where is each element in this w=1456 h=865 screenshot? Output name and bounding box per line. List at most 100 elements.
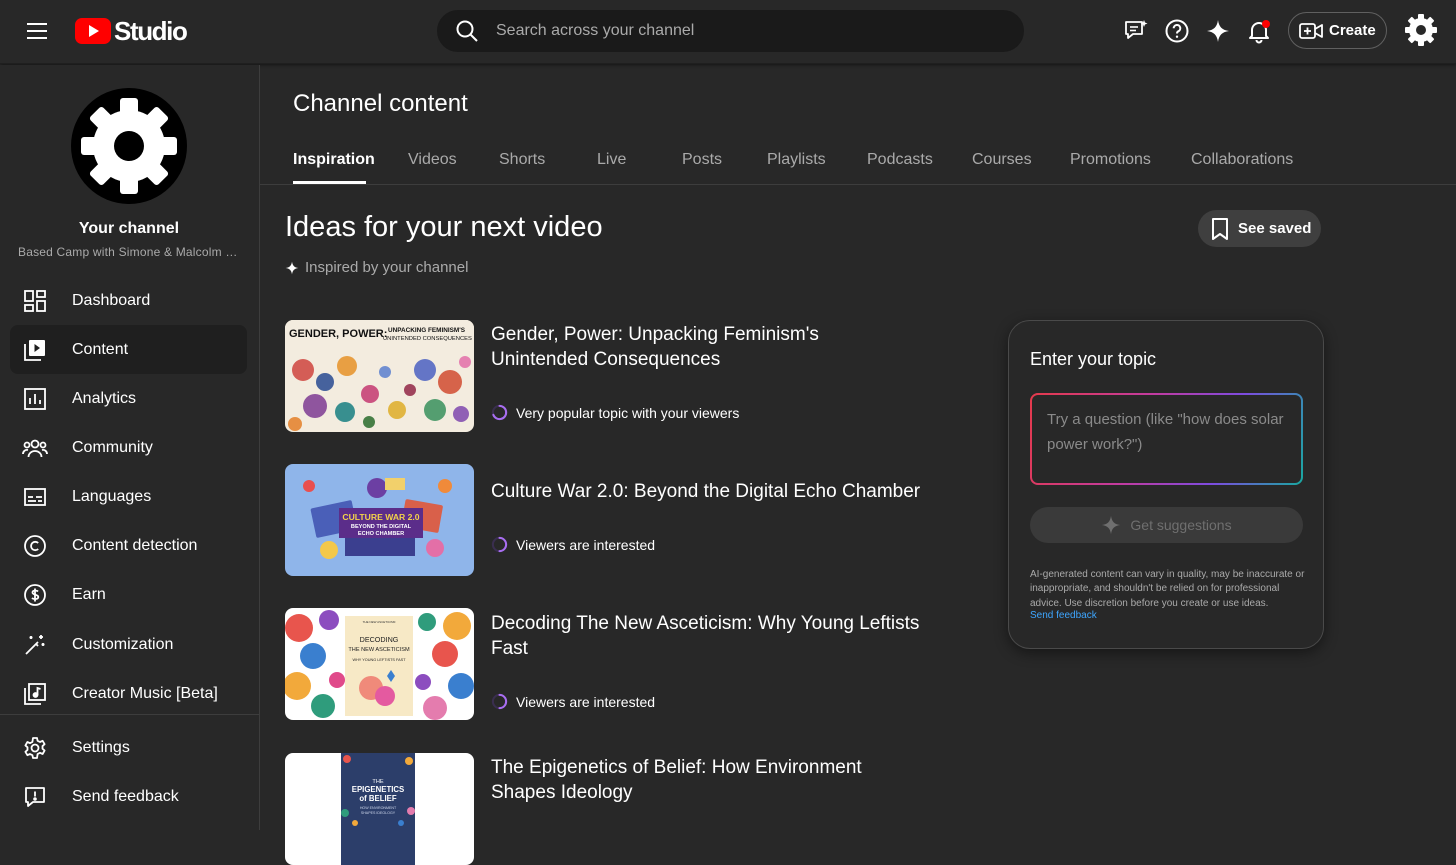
analytics-icon xyxy=(22,386,48,412)
tab-live[interactable]: Live xyxy=(597,151,626,169)
sidebar-item-customization[interactable]: Customization xyxy=(10,620,247,669)
sidebar-item-label: Dashboard xyxy=(72,291,151,309)
idea-title[interactable]: Decoding The New Asceticism: Why Young L… xyxy=(491,611,921,661)
copyright-icon xyxy=(22,533,48,559)
tab-shorts[interactable]: Shorts xyxy=(499,151,545,169)
get-suggestions-label: Get suggestions xyxy=(1130,517,1232,533)
sidebar-item-send-feedback[interactable]: Send feedback xyxy=(10,772,247,821)
sidebar-item-content-detection[interactable]: Content detection xyxy=(10,521,247,570)
studio-logo[interactable]: Studio xyxy=(75,15,188,47)
svg-text:DECODING: DECODING xyxy=(360,635,399,644)
tab-courses[interactable]: Courses xyxy=(972,151,1032,169)
menu-icon[interactable] xyxy=(20,16,54,46)
inspired-text: Inspired by your channel xyxy=(305,259,469,276)
idea-meta-text: Viewers are interested xyxy=(516,536,656,553)
get-suggestions-button[interactable]: Get suggestions xyxy=(1030,507,1303,543)
svg-text:SHAPES IDEOLOGY: SHAPES IDEOLOGY xyxy=(361,811,396,815)
sidebar-item-label: Languages xyxy=(72,487,152,505)
tab-videos[interactable]: Videos xyxy=(408,151,457,169)
tab-inspiration[interactable]: Inspiration xyxy=(293,151,375,169)
see-saved-label: See saved xyxy=(1238,220,1312,237)
sidebar-item-settings[interactable]: Settings xyxy=(10,723,247,772)
sparkle-icon xyxy=(285,261,299,274)
top-bar: Studio Create xyxy=(0,0,1456,64)
community-icon xyxy=(22,435,48,461)
svg-text:UNINTENDED CONSEQUENCES: UNINTENDED CONSEQUENCES xyxy=(383,336,472,342)
svg-text:ECHO CHAMBER: ECHO CHAMBER xyxy=(358,531,404,537)
idea-meta: Viewers are interested xyxy=(491,536,655,553)
sidebar-item-label: Creator Music [Beta] xyxy=(72,684,218,702)
sidebar-item-languages[interactable]: Languages xyxy=(10,472,247,521)
idea-title[interactable]: Gender, Power: Unpacking Feminism's Unin… xyxy=(491,322,921,372)
tab-playlists[interactable]: Playlists xyxy=(767,151,826,169)
channel-avatar-gear-icon[interactable] xyxy=(1403,12,1439,48)
interest-indicator-icon xyxy=(491,536,508,553)
svg-text:UNPACKING FEMINISM'S: UNPACKING FEMINISM'S xyxy=(388,327,466,334)
dollar-icon xyxy=(22,582,48,608)
tab-podcasts[interactable]: Podcasts xyxy=(867,151,933,169)
sidebar-item-earn[interactable]: Earn xyxy=(10,570,247,619)
add-video-icon xyxy=(1299,22,1323,39)
tab-posts[interactable]: Posts xyxy=(682,151,722,169)
idea-title[interactable]: The Epigenetics of Belief: How Environme… xyxy=(491,755,921,805)
search-bar[interactable] xyxy=(437,10,1024,52)
tab-promotions[interactable]: Promotions xyxy=(1070,151,1151,169)
ai-disclaimer: AI-generated content can vary in quality… xyxy=(1030,569,1305,609)
sidebar-item-content[interactable]: Content xyxy=(10,325,247,374)
help-icon[interactable] xyxy=(1162,16,1192,46)
inspired-label: Inspired by your channel xyxy=(285,259,468,276)
search-icon[interactable] xyxy=(455,19,479,43)
sidebar-divider xyxy=(0,714,259,715)
see-saved-button[interactable]: See saved xyxy=(1198,210,1321,247)
sidebar: Your channel Based Camp with Simone & Ma… xyxy=(0,65,260,830)
idea-meta: Viewers are interested xyxy=(491,693,655,710)
search-input[interactable] xyxy=(496,16,1023,46)
sidebar-item-community[interactable]: Community xyxy=(10,423,247,472)
sidebar-item-label: Earn xyxy=(72,585,106,603)
sidebar-item-label: Send feedback xyxy=(72,787,179,805)
page-title: Channel content xyxy=(293,90,468,117)
svg-text:BEYOND THE DIGITAL: BEYOND THE DIGITAL xyxy=(351,524,412,530)
magic-wand-icon xyxy=(22,632,48,658)
notifications-icon[interactable] xyxy=(1244,16,1274,46)
languages-icon xyxy=(22,484,48,510)
comment-ai-icon[interactable] xyxy=(1121,16,1151,46)
channel-name: Based Camp with Simone & Malcolm Collins xyxy=(18,245,240,259)
svg-text:CULTURE WAR 2.0: CULTURE WAR 2.0 xyxy=(342,512,419,522)
sidebar-item-creator-music[interactable]: Creator Music [Beta] xyxy=(10,669,247,718)
idea-thumbnail[interactable]: CULTURE WAR 2.0 BEYOND THE DIGITAL ECHO … xyxy=(285,464,474,576)
bookmark-icon xyxy=(1212,217,1228,240)
sidebar-item-label: Community xyxy=(72,438,153,456)
idea-thumbnail[interactable]: THE EPIGENETICS of BELIEF HOW ENVIRONMEN… xyxy=(285,753,474,865)
topic-input-frame xyxy=(1030,393,1303,485)
idea-thumbnail[interactable]: THE NEW ASCETICISM DECODING THE NEW ASCE… xyxy=(285,608,474,720)
sidebar-item-label: Analytics xyxy=(72,389,137,407)
idea-thumbnail[interactable]: GENDER, POWER: UNPACKING FEMINISM'S UNIN… xyxy=(285,320,474,432)
music-icon xyxy=(22,681,48,707)
sidebar-item-label: Content xyxy=(72,340,129,358)
sidebar-item-label: Settings xyxy=(72,738,130,756)
tab-collaborations[interactable]: Collaborations xyxy=(1191,151,1293,169)
sidebar-item-label: Content detection xyxy=(72,536,198,554)
svg-text:THE NEW ASCETICISM: THE NEW ASCETICISM xyxy=(348,647,410,653)
channel-avatar[interactable] xyxy=(71,88,187,204)
active-tab-indicator xyxy=(293,181,366,184)
create-button[interactable]: Create xyxy=(1288,12,1387,49)
svg-text:HOW ENVIRONMENT: HOW ENVIRONMENT xyxy=(360,806,397,810)
send-feedback-link[interactable]: Send feedback xyxy=(1030,610,1097,621)
create-label: Create xyxy=(1329,22,1376,39)
sidebar-item-label: Customization xyxy=(72,635,174,653)
topic-panel: Enter your topic Get suggestions AI-gene… xyxy=(1008,320,1324,649)
topic-input[interactable] xyxy=(1032,395,1301,483)
svg-text:WHY YOUNG LEFTISTS FAST: WHY YOUNG LEFTISTS FAST xyxy=(352,658,406,662)
logo-text: Studio xyxy=(114,15,188,46)
idea-title[interactable]: Culture War 2.0: Beyond the Digital Echo… xyxy=(491,479,921,504)
youtube-play-icon xyxy=(75,18,111,44)
sidebar-item-analytics[interactable]: Analytics xyxy=(10,374,247,423)
interest-indicator-icon xyxy=(491,693,508,710)
svg-text:EPIGENETICS: EPIGENETICS xyxy=(352,785,404,794)
svg-text:THE NEW ASCETICISM: THE NEW ASCETICISM xyxy=(363,620,396,624)
sidebar-item-dashboard[interactable]: Dashboard xyxy=(10,276,247,325)
your-channel-title: Your channel xyxy=(78,220,180,237)
sparkle-icon[interactable] xyxy=(1203,16,1233,46)
